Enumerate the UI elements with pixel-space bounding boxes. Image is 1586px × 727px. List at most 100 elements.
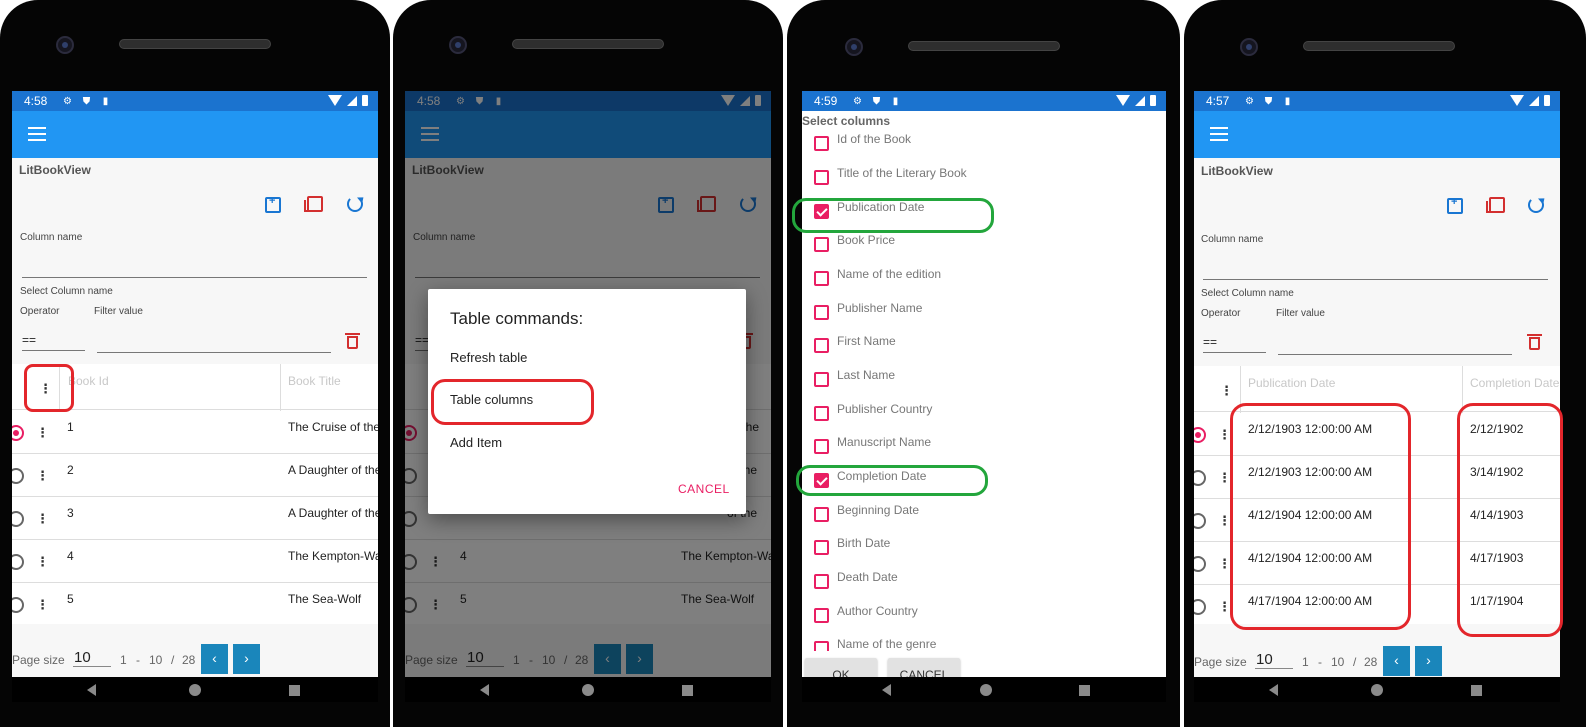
column-option[interactable]: Name of the genre <box>814 634 1154 651</box>
home-icon[interactable] <box>189 684 201 696</box>
page-size-input[interactable]: 10 <box>73 649 111 667</box>
table-row[interactable]: ⋮ 3 A Daughter of the <box>12 497 378 540</box>
row-radio[interactable] <box>12 554 24 570</box>
table-row[interactable]: ⋮ 5 The Sea-Wolf <box>12 583 378 624</box>
table-row[interactable]: ⋮ 4/12/1904 12:00:00 AM 4/17/1903 <box>1194 542 1560 585</box>
home-icon[interactable] <box>582 684 594 696</box>
column-option[interactable]: Completion Date <box>814 466 1154 496</box>
row-radio[interactable] <box>12 597 24 613</box>
back-icon[interactable] <box>480 684 489 696</box>
column-option[interactable]: Publication Date <box>814 197 1154 227</box>
column-checkbox[interactable] <box>814 641 829 651</box>
column-option[interactable]: Manuscript Name <box>814 432 1154 462</box>
kebab-icon[interactable]: ⋮ <box>1218 557 1231 570</box>
column-checkbox[interactable] <box>814 204 829 219</box>
column-checkbox[interactable] <box>814 439 829 454</box>
row-radio[interactable] <box>1194 427 1206 443</box>
column-name-input[interactable] <box>22 256 367 278</box>
table-row[interactable]: ⋮ 4/12/1904 12:00:00 AM 4/14/1903 <box>1194 499 1560 542</box>
kebab-icon[interactable]: ⋮ <box>36 512 49 525</box>
copy-icon[interactable] <box>1486 197 1505 213</box>
home-icon[interactable] <box>980 684 992 696</box>
refresh-icon[interactable] <box>1528 197 1544 213</box>
table-row[interactable]: ⋮ 4/17/1904 12:00:00 AM 1/17/1904 <box>1194 585 1560 624</box>
delete-icon[interactable] <box>345 333 360 349</box>
table-row[interactable]: ⋮ 2/12/1903 12:00:00 AM 3/14/1902 <box>1194 456 1560 499</box>
menu-icon[interactable] <box>1210 127 1228 141</box>
table-row[interactable]: ⋮ 2/12/1903 12:00:00 AM 2/12/1902 <box>1194 413 1560 456</box>
column-checkbox[interactable] <box>814 305 829 320</box>
filter-value-input[interactable] <box>1278 333 1512 355</box>
add-item-item[interactable]: Add Item <box>450 435 502 450</box>
row-radio[interactable] <box>1194 556 1206 572</box>
column-option[interactable]: Name of the edition <box>814 264 1154 294</box>
page-size-input[interactable]: 10 <box>1255 651 1293 669</box>
column-option[interactable]: Publisher Name <box>814 298 1154 328</box>
cancel-button[interactable]: CANCEL <box>678 482 730 496</box>
column-option[interactable]: Id of the Book <box>814 129 1154 159</box>
column-checkbox[interactable] <box>814 237 829 252</box>
column-option[interactable]: Death Date <box>814 567 1154 597</box>
row-radio[interactable] <box>12 511 24 527</box>
column-checkbox[interactable] <box>814 540 829 555</box>
header-book-title[interactable]: Book Title <box>288 374 341 388</box>
column-option[interactable]: Author Country <box>814 601 1154 631</box>
back-icon[interactable] <box>882 684 891 696</box>
kebab-icon[interactable]: ⋮ <box>36 555 49 568</box>
add-item-icon[interactable] <box>265 195 281 213</box>
column-name-input[interactable] <box>1203 258 1548 280</box>
table-row[interactable]: ⋮ 4 The Kempton-Wa <box>12 540 378 583</box>
column-checkbox[interactable] <box>814 136 829 151</box>
recents-icon[interactable] <box>289 685 300 696</box>
column-checkbox[interactable] <box>814 170 829 185</box>
column-option[interactable]: Birth Date <box>814 533 1154 563</box>
next-page-button[interactable]: › <box>233 644 260 674</box>
recents-icon[interactable] <box>1471 685 1482 696</box>
column-option[interactable]: Book Price <box>814 230 1154 260</box>
next-page-button[interactable]: › <box>1415 646 1442 676</box>
header-completion-date[interactable]: Completion Date <box>1470 376 1559 390</box>
add-item-icon[interactable] <box>1447 196 1463 214</box>
refresh-table-item[interactable]: Refresh table <box>450 350 527 365</box>
refresh-icon[interactable] <box>347 196 363 212</box>
kebab-icon[interactable]: ⋮ <box>1218 471 1231 484</box>
kebab-icon[interactable]: ⋮ <box>39 382 52 395</box>
prev-page-button[interactable]: ‹ <box>1383 646 1410 676</box>
column-option[interactable]: First Name <box>814 331 1154 361</box>
column-checkbox[interactable] <box>814 507 829 522</box>
menu-icon[interactable] <box>28 127 46 141</box>
kebab-icon[interactable]: ⋮ <box>36 426 49 439</box>
kebab-icon[interactable]: ⋮ <box>36 469 49 482</box>
column-checkbox[interactable] <box>814 574 829 589</box>
header-book-id[interactable]: Book Id <box>68 374 109 388</box>
kebab-icon[interactable]: ⋮ <box>36 598 49 611</box>
kebab-icon[interactable]: ⋮ <box>1218 514 1231 527</box>
operator-select[interactable]: == <box>22 329 85 351</box>
header-publication-date[interactable]: Publication Date <box>1248 376 1335 390</box>
column-checkbox[interactable] <box>814 608 829 623</box>
row-radio[interactable] <box>1194 513 1206 529</box>
operator-select[interactable]: == <box>1203 331 1266 353</box>
kebab-icon[interactable]: ⋮ <box>1220 384 1233 397</box>
kebab-icon[interactable]: ⋮ <box>1218 600 1231 613</box>
row-radio[interactable] <box>12 425 24 441</box>
column-option[interactable]: Last Name <box>814 365 1154 395</box>
recents-icon[interactable] <box>1079 685 1090 696</box>
delete-icon[interactable] <box>1527 334 1542 350</box>
column-checkbox[interactable] <box>814 372 829 387</box>
prev-page-button[interactable]: ‹ <box>201 644 228 674</box>
table-row[interactable]: ⋮ 2 A Daughter of the <box>12 454 378 497</box>
back-icon[interactable] <box>1269 684 1278 696</box>
column-checkbox[interactable] <box>814 473 829 488</box>
kebab-icon[interactable]: ⋮ <box>1218 428 1231 441</box>
copy-icon[interactable] <box>304 196 323 212</box>
back-icon[interactable] <box>87 684 96 696</box>
table-columns-item[interactable]: Table columns <box>450 392 533 407</box>
home-icon[interactable] <box>1371 684 1383 696</box>
column-option[interactable]: Beginning Date <box>814 500 1154 530</box>
table-row[interactable]: ⋮ 1 The Cruise of the <box>12 411 378 454</box>
row-radio[interactable] <box>1194 599 1206 615</box>
column-checkbox[interactable] <box>814 271 829 286</box>
row-radio[interactable] <box>1194 470 1206 486</box>
filter-value-input[interactable] <box>97 331 331 353</box>
